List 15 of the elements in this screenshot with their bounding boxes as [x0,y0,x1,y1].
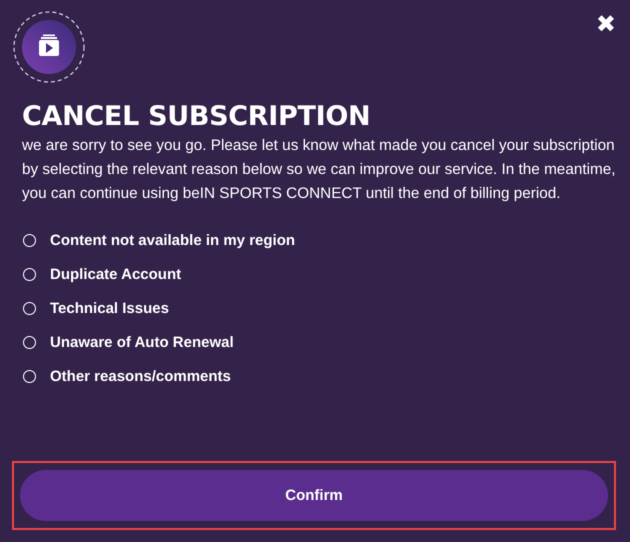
reason-label[interactable]: Other reasons/comments [50,368,231,385]
radio-button[interactable] [23,234,36,247]
close-button[interactable]: ✖ [596,12,616,36]
radio-button[interactable] [23,268,36,281]
radio-button[interactable] [23,336,36,349]
reason-label[interactable]: Duplicate Account [50,266,182,283]
reason-label[interactable]: Unaware of Auto Renewal [50,334,234,351]
reason-label[interactable]: Content not available in my region [50,232,296,249]
dialog-title: CANCEL SUBSCRIPTION [22,100,372,134]
radio-button[interactable] [23,302,36,315]
radio-button[interactable] [23,370,36,383]
subscription-icon [12,10,86,84]
reason-label[interactable]: Technical Issues [50,300,169,317]
dialog-message: we are sorry to see you go. Please let us know what made you cancel your subscription by selecting the relevant reason below so we can improve our service. In the meantime, you can continue using beIN SPORTS CONNECT until the end of billing period. [22,136,616,204]
confirm-button[interactable]: Confirm [20,470,608,521]
